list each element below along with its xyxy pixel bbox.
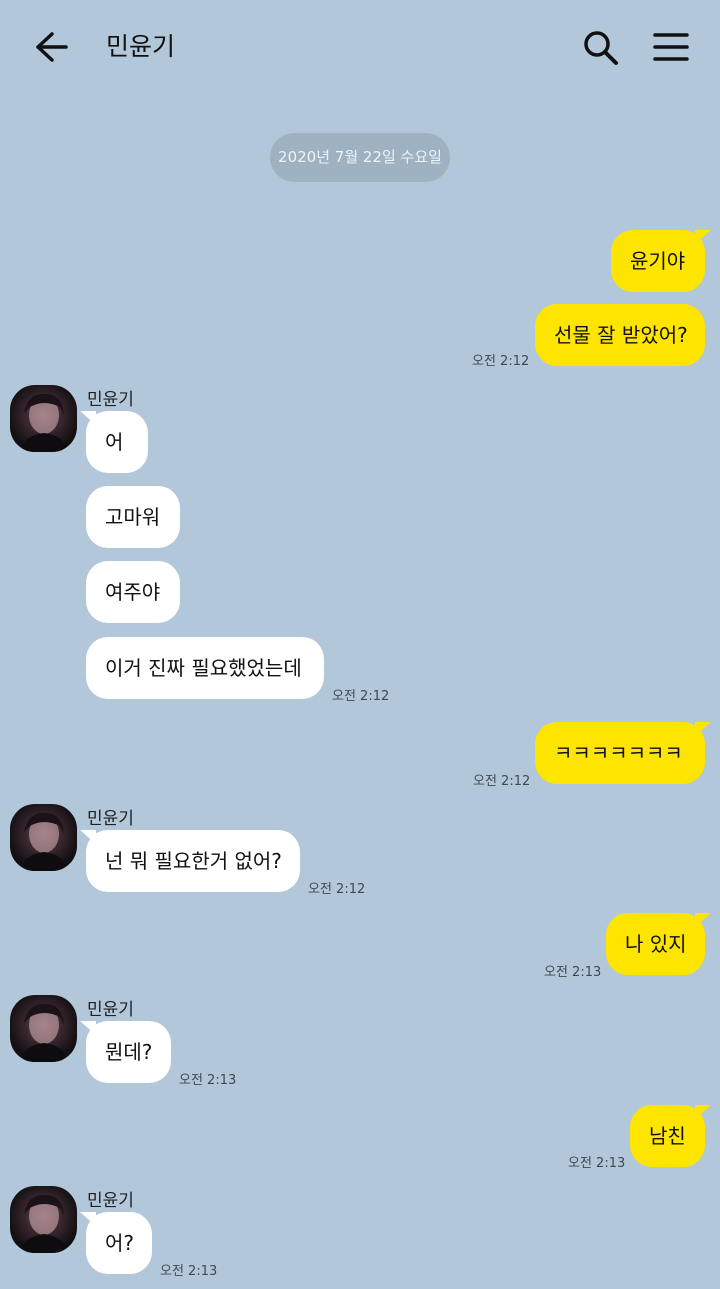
- sender-name: 민윤기: [87, 1191, 134, 1211]
- their-message-bubble[interactable]: 어?: [80, 1212, 152, 1274]
- their-message-bubble[interactable]: 어: [80, 411, 148, 473]
- menu-icon[interactable]: [652, 31, 690, 63]
- message-time: 오전 2:12: [473, 774, 531, 789]
- contact-avatar[interactable]: [10, 804, 77, 871]
- sender-name: 민윤기: [87, 1000, 134, 1020]
- their-message-bubble[interactable]: 뭔데?: [80, 1021, 171, 1083]
- message-time: 오전 2:13: [179, 1073, 237, 1088]
- my-message-bubble[interactable]: ㅋㅋㅋㅋㅋㅋㅋ: [535, 722, 711, 784]
- my-message-bubble[interactable]: 남친: [630, 1105, 711, 1167]
- their-message-bubble[interactable]: 여주야: [86, 561, 180, 623]
- their-message-bubble[interactable]: 넌 뭐 필요한거 없어?: [80, 830, 300, 892]
- sender-name: 민윤기: [87, 390, 134, 410]
- back-arrow-icon[interactable]: [30, 30, 70, 64]
- chat-title: 민윤기: [106, 32, 176, 61]
- contact-avatar[interactable]: [10, 385, 77, 452]
- message-time: 오전 2:13: [568, 1156, 626, 1171]
- my-message-bubble[interactable]: 선물 잘 받았어?: [535, 304, 705, 366]
- message-time: 오전 2:12: [332, 689, 390, 704]
- top-bar: 민윤기: [0, 0, 720, 96]
- message-time: 오전 2:12: [308, 882, 366, 897]
- search-icon[interactable]: [580, 28, 622, 68]
- contact-avatar[interactable]: [10, 995, 77, 1062]
- message-time: 오전 2:13: [544, 965, 602, 980]
- my-message-bubble[interactable]: 나 있지: [606, 913, 711, 975]
- contact-avatar[interactable]: [10, 1186, 77, 1253]
- their-message-bubble[interactable]: 이거 진짜 필요했었는데: [86, 637, 324, 699]
- my-message-bubble[interactable]: 윤기야: [611, 230, 711, 292]
- date-divider: 2020년 7월 22일 수요일: [270, 133, 450, 182]
- message-time: 오전 2:12: [472, 354, 530, 369]
- sender-name: 민윤기: [87, 809, 134, 829]
- their-message-bubble[interactable]: 고마워: [86, 486, 180, 548]
- message-time: 오전 2:13: [160, 1264, 218, 1279]
